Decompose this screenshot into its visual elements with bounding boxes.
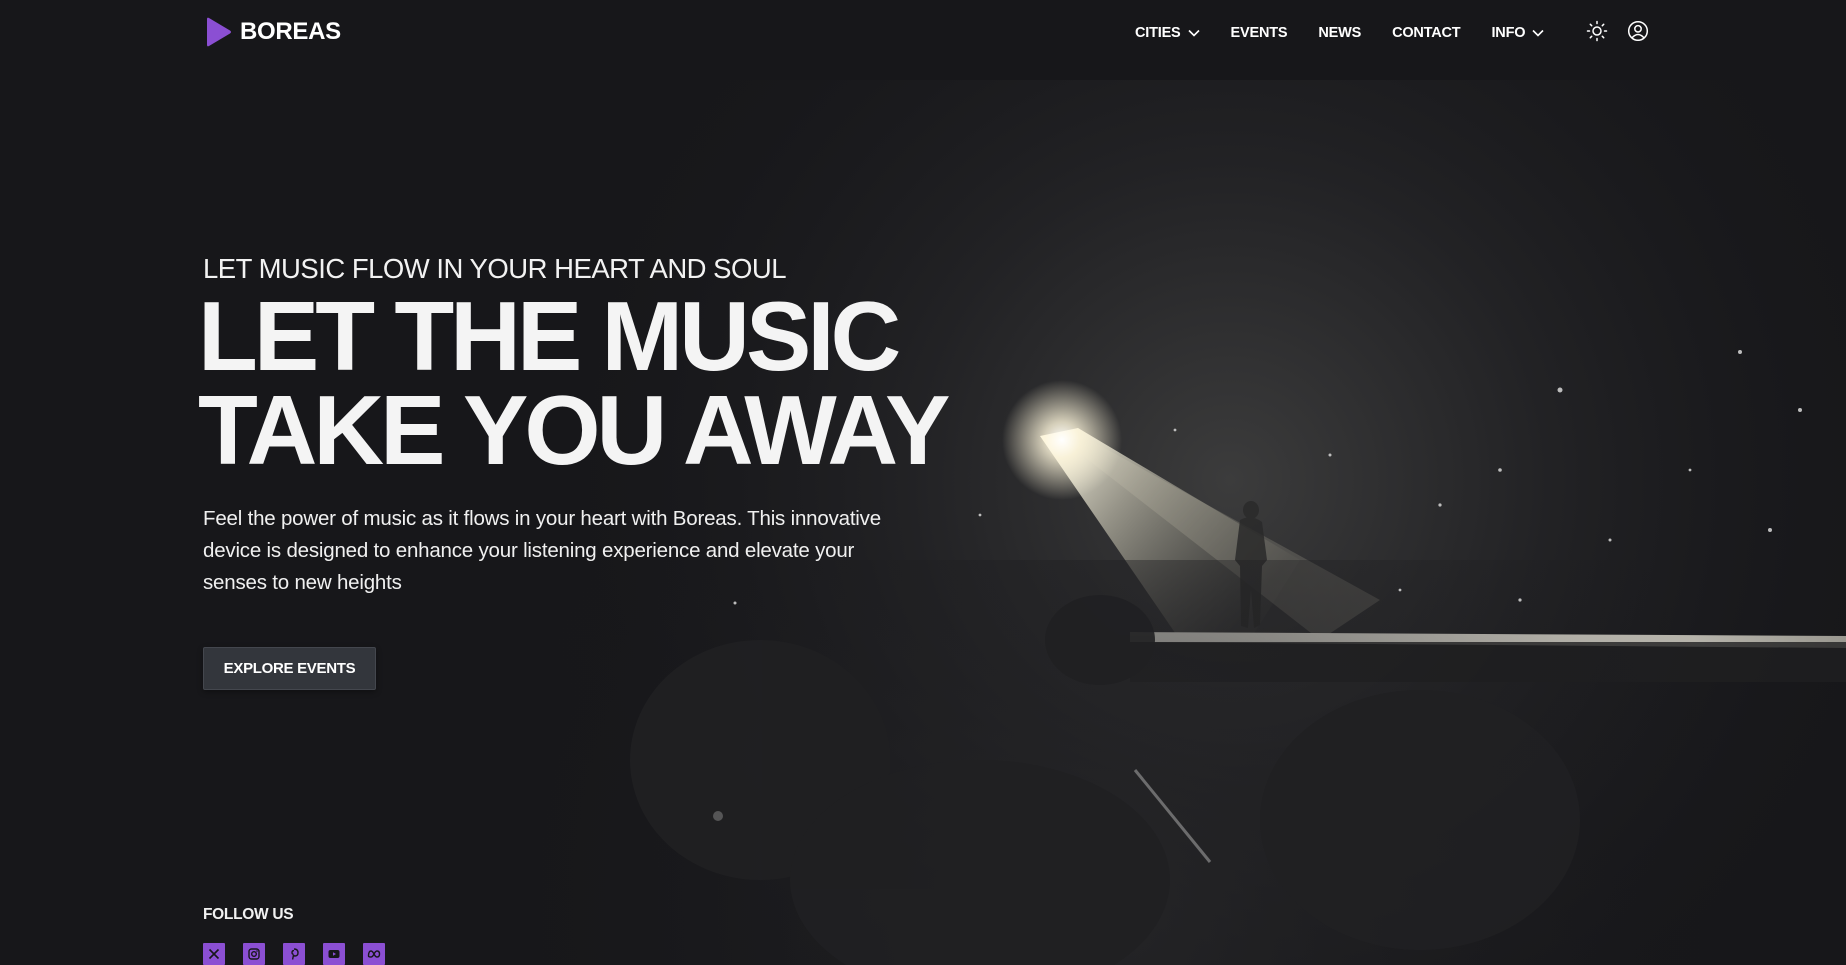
youtube-social-link[interactable] (323, 943, 345, 965)
nav-item-news[interactable]: NEWS (1318, 25, 1361, 41)
pinterest-icon (291, 948, 299, 960)
chevron-down-icon (1187, 29, 1200, 37)
nav-item-events[interactable]: EVENTS (1231, 25, 1288, 41)
page: BOREAS CITIES EVENTS NEWS CONTACT INFO L… (0, 0, 1846, 965)
main-nav: CITIES EVENTS NEWS CONTACT INFO (1135, 22, 1544, 44)
brand-name: BOREAS (240, 18, 341, 45)
follow-us-title: FOLLOW US (203, 906, 294, 923)
chevron-down-icon (1532, 29, 1544, 37)
hero-headline: LET THE MUSIC TAKE YOU AWAY (198, 281, 1098, 485)
nav-item-contact[interactable]: CONTACT (1392, 25, 1461, 41)
hero-headline-line-2: TAKE YOU AWAY (198, 375, 951, 485)
nav-item-label: CONTACT (1392, 25, 1461, 41)
pinterest-social-link[interactable] (283, 943, 305, 965)
nav-item-label: INFO (1491, 25, 1526, 41)
header-actions (1586, 20, 1649, 42)
social-links (203, 943, 385, 965)
sun-icon[interactable] (1586, 20, 1608, 42)
nav-item-label: CITIES (1135, 25, 1181, 41)
instagram-icon (248, 948, 260, 960)
nav-item-cities[interactable]: CITIES (1135, 25, 1200, 41)
hero-headline-line-1: LET THE MUSIC (198, 281, 901, 391)
youtube-icon (328, 950, 340, 958)
hero-description: Feel the power of music as it flows in y… (203, 507, 881, 594)
nav-item-label: NEWS (1318, 25, 1362, 41)
meta-social-link[interactable] (363, 943, 385, 965)
meta-icon (367, 950, 381, 958)
x-social-link[interactable] (203, 943, 225, 965)
instagram-social-link[interactable] (243, 943, 265, 965)
nav-item-info[interactable]: INFO (1491, 25, 1544, 41)
nav-item-label: EVENTS (1230, 25, 1288, 41)
explore-events-button[interactable]: EXPLORE EVENTS (203, 647, 376, 690)
user-circle-icon[interactable] (1627, 20, 1649, 42)
site-header: BOREAS CITIES EVENTS NEWS CONTACT INFO (0, 0, 1846, 66)
play-logo-icon (207, 17, 231, 47)
logo-link[interactable]: BOREAS (204, 17, 341, 47)
x-icon (208, 948, 220, 960)
